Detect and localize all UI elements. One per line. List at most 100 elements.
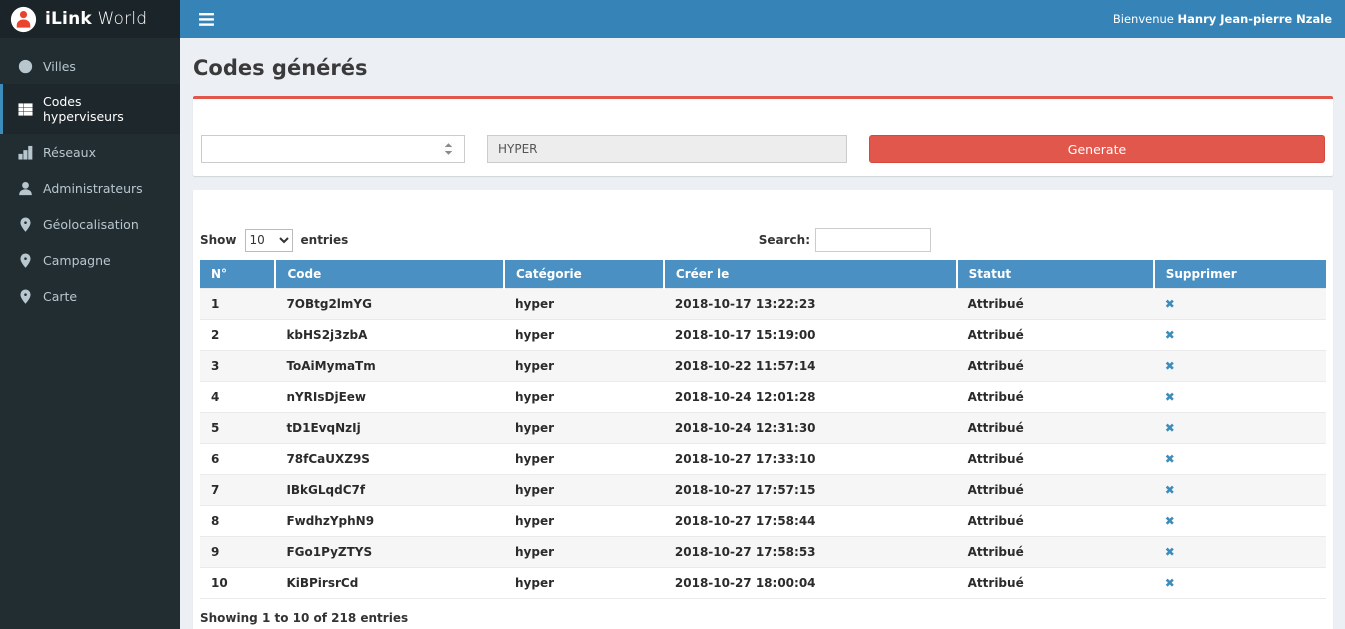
cell-delete: ✖ — [1154, 413, 1326, 444]
sidebar-toggle-button[interactable] — [193, 9, 220, 30]
code-count-input[interactable] — [201, 135, 465, 163]
column-header-supprimer[interactable]: Supprimer — [1154, 260, 1326, 289]
brand-title: iLink World — [45, 9, 147, 29]
sidebar-item-label: Codes hyperviseurs — [43, 94, 166, 124]
cell-category: hyper — [504, 537, 664, 568]
table-row: 8FwdhzYphN9hyper2018-10-27 17:58:44Attri… — [200, 506, 1326, 537]
cell-created: 2018-10-22 11:57:14 — [664, 351, 957, 382]
cell-status: Attribué — [957, 289, 1154, 320]
table-row: 2kbHS2j3zbAhyper2018-10-17 15:19:00Attri… — [200, 320, 1326, 351]
table-row: 4nYRIsDjEewhyper2018-10-24 12:01:28Attri… — [200, 382, 1326, 413]
cell-status: Attribué — [957, 413, 1154, 444]
cell-delete: ✖ — [1154, 537, 1326, 568]
cell-category: hyper — [504, 289, 664, 320]
cell-status: Attribué — [957, 351, 1154, 382]
generate-button[interactable]: Generate — [869, 135, 1325, 163]
map-pin-icon — [17, 252, 33, 268]
cell-created: 2018-10-24 12:31:30 — [664, 413, 957, 444]
delete-icon[interactable]: ✖ — [1165, 514, 1175, 528]
cell-code: 78fCaUXZ9S — [275, 444, 504, 475]
cell-num: 4 — [200, 382, 275, 413]
cell-status: Attribué — [957, 320, 1154, 351]
cell-num: 10 — [200, 568, 275, 599]
cell-category: hyper — [504, 568, 664, 599]
map-pin-icon — [17, 288, 33, 304]
signal-icon — [17, 144, 33, 160]
cell-category: hyper — [504, 351, 664, 382]
content-area: Codes générés Generate Show 10 entries S — [180, 38, 1345, 629]
search-input[interactable] — [815, 228, 931, 252]
entries-label: entries — [301, 233, 349, 247]
delete-icon[interactable]: ✖ — [1165, 452, 1175, 466]
table-row: 3ToAiMymaTmhyper2018-10-22 11:57:14Attri… — [200, 351, 1326, 382]
cell-code: FwdhzYphN9 — [275, 506, 504, 537]
column-header-creer-le[interactable]: Créer le — [664, 260, 957, 289]
delete-icon[interactable]: ✖ — [1165, 297, 1175, 311]
cell-code: nYRIsDjEew — [275, 382, 504, 413]
table-header-row: N°CodeCatégorieCréer leStatutSupprimer — [200, 260, 1326, 289]
sidebar-item-campagne[interactable]: Campagne — [0, 242, 180, 278]
user-icon — [17, 180, 33, 196]
cell-delete: ✖ — [1154, 475, 1326, 506]
delete-icon[interactable]: ✖ — [1165, 576, 1175, 590]
column-header-n[interactable]: N° — [200, 260, 275, 289]
cell-code: kbHS2j3zbA — [275, 320, 504, 351]
cell-created: 2018-10-17 15:19:00 — [664, 320, 957, 351]
sidebar-item-label: Réseaux — [43, 145, 96, 160]
column-header-statut[interactable]: Statut — [957, 260, 1154, 289]
column-header-code[interactable]: Code — [275, 260, 504, 289]
codes-table-panel: Show 10 entries Search: N°CodeCa — [193, 190, 1333, 629]
generator-panel: Generate — [193, 96, 1333, 176]
search-label: Search: — [759, 233, 810, 247]
delete-icon[interactable]: ✖ — [1165, 421, 1175, 435]
cell-created: 2018-10-27 17:58:53 — [664, 537, 957, 568]
brand-logo-icon — [10, 6, 37, 33]
cell-status: Attribué — [957, 537, 1154, 568]
delete-icon[interactable]: ✖ — [1165, 483, 1175, 497]
table-row: 5tD1EvqNzIjhyper2018-10-24 12:31:30Attri… — [200, 413, 1326, 444]
table-row: 10KiBPirsrCdhyper2018-10-27 18:00:04Attr… — [200, 568, 1326, 599]
sidebar-item-label: Villes — [43, 59, 76, 74]
codes-table: N°CodeCatégorieCréer leStatutSupprimer 1… — [200, 260, 1326, 599]
topbar: Bienvenue Hanry Jean-pierre Nzale — [180, 0, 1345, 38]
map-pin-icon — [17, 216, 33, 232]
delete-icon[interactable]: ✖ — [1165, 545, 1175, 559]
sidebar-item-label: Carte — [43, 289, 77, 304]
cell-created: 2018-10-27 18:00:04 — [664, 568, 957, 599]
sidebar-menu: Villes Codes hyperviseurs Réseaux Administr… — [0, 38, 180, 314]
delete-icon[interactable]: ✖ — [1165, 359, 1175, 373]
cell-created: 2018-10-24 12:01:28 — [664, 382, 957, 413]
table-row: 9FGo1PyZTYShyper2018-10-27 17:58:53Attri… — [200, 537, 1326, 568]
sidebar-item-label: Géolocalisation — [43, 217, 139, 232]
sidebar-item-reseaux[interactable]: Réseaux — [0, 134, 180, 170]
page-title: Codes générés — [193, 56, 1333, 80]
show-label: Show — [200, 233, 237, 247]
cell-num: 6 — [200, 444, 275, 475]
sidebar-item-villes[interactable]: Villes — [0, 48, 180, 84]
page-size-select[interactable]: 10 — [245, 229, 293, 252]
sidebar: iLink World Villes Codes hyperviseurs Rése… — [0, 0, 180, 629]
sidebar-item-label: Administrateurs — [43, 181, 143, 196]
cell-num: 8 — [200, 506, 275, 537]
cell-delete: ✖ — [1154, 351, 1326, 382]
cell-category: hyper — [504, 444, 664, 475]
sidebar-item-geolocalisation[interactable]: Géolocalisation — [0, 206, 180, 242]
list-icon — [17, 101, 33, 117]
column-header-categorie[interactable]: Catégorie — [504, 260, 664, 289]
cell-category: hyper — [504, 506, 664, 537]
sidebar-item-codes-hyperviseurs[interactable]: Codes hyperviseurs — [0, 84, 180, 134]
sidebar-item-carte[interactable]: Carte — [0, 278, 180, 314]
sidebar-item-administrateurs[interactable]: Administrateurs — [0, 170, 180, 206]
table-row: 17OBtg2lmYGhyper2018-10-17 13:22:23Attri… — [200, 289, 1326, 320]
cell-num: 1 — [200, 289, 275, 320]
showing-entries-text: Showing 1 to 10 of 218 entries — [200, 611, 1326, 625]
category-input — [487, 135, 847, 163]
cell-category: hyper — [504, 475, 664, 506]
table-controls: Show 10 entries Search: — [200, 228, 1326, 252]
cell-delete: ✖ — [1154, 568, 1326, 599]
delete-icon[interactable]: ✖ — [1165, 390, 1175, 404]
cell-status: Attribué — [957, 506, 1154, 537]
brand-logo[interactable]: iLink World — [0, 0, 180, 38]
cell-category: hyper — [504, 320, 664, 351]
delete-icon[interactable]: ✖ — [1165, 328, 1175, 342]
